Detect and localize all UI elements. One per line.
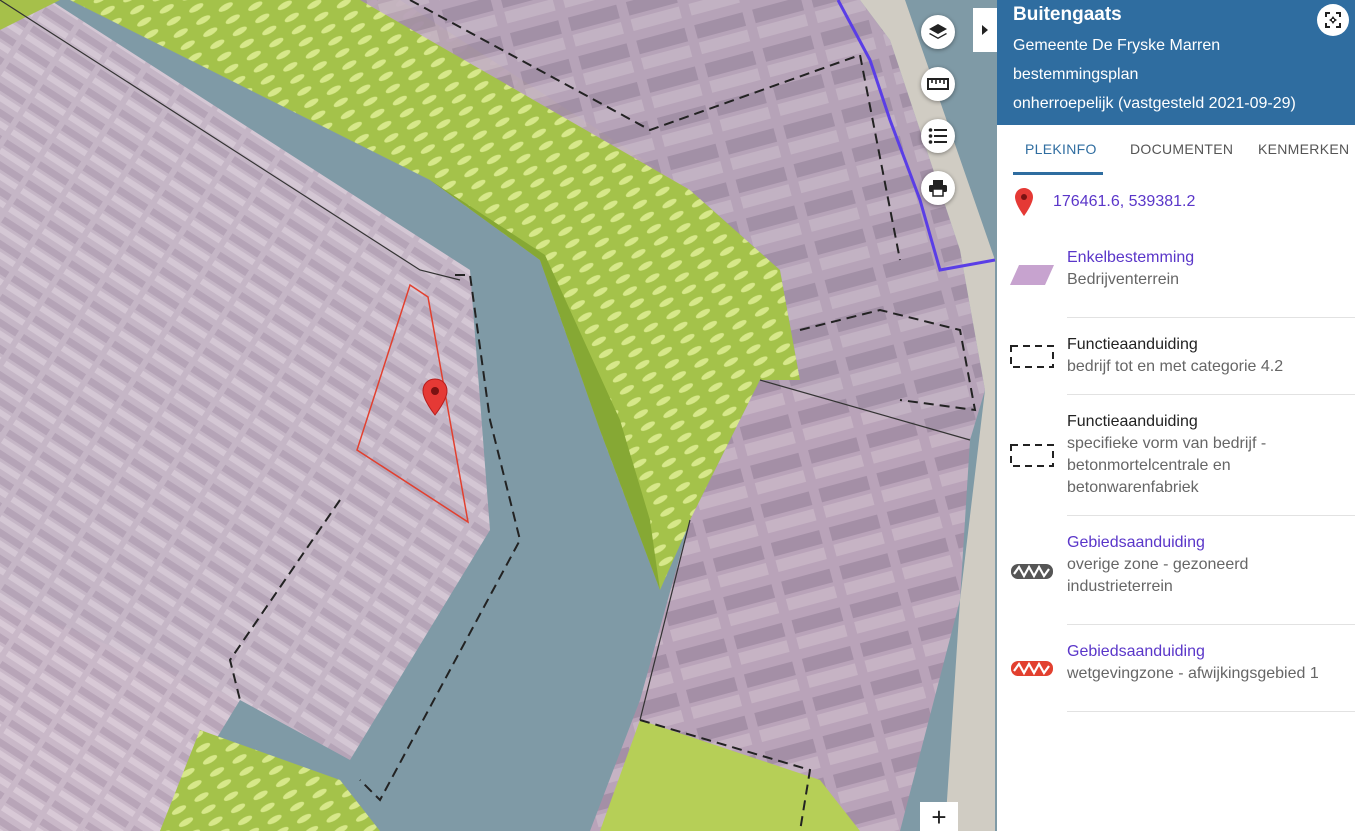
collapse-panel-button[interactable] — [973, 8, 997, 52]
list-icon — [928, 128, 947, 144]
location-pin-icon — [1015, 188, 1033, 216]
item-subtitle: bedrijf tot en met categorie 4.2 — [1067, 358, 1284, 375]
tab-kenmerken[interactable]: KENMERKEN — [1258, 141, 1349, 157]
item-subtitle: wetgevingzone - afwijkingsgebied 1 — [1067, 665, 1319, 682]
list-item: Functieaanduiding specifieke vorm van be… — [1067, 411, 1355, 516]
print-button[interactable] — [921, 171, 955, 205]
dashed-rectangle-icon — [1010, 444, 1054, 467]
print-icon — [929, 180, 947, 197]
red-zigzag-band-icon — [1011, 661, 1053, 676]
item-title[interactable]: Gebiedsaanduiding — [1067, 641, 1355, 663]
item-subtitle: Bedrijventerrein — [1067, 271, 1180, 288]
list-item: Functieaanduiding bedrijf tot en met cat… — [1067, 334, 1355, 395]
panel-tabs: PLEKINFO DOCUMENTEN KENMERKEN — [997, 125, 1355, 175]
active-tab-indicator — [1013, 172, 1103, 175]
item-subtitle: overige zone - gezoneerd industrieterrei… — [1067, 556, 1249, 595]
fullscreen-button[interactable] — [1317, 4, 1349, 36]
purple-parallelogram-icon — [1010, 265, 1054, 285]
expand-icon — [1325, 12, 1341, 28]
plan-type-text: bestemmingsplan — [1013, 66, 1139, 83]
plan-status-text: onherroepelijk (vastgesteld 2021-09-29) — [1013, 95, 1296, 112]
plan-title: Buitengaats — [1013, 4, 1122, 25]
caret-right-icon — [982, 25, 988, 35]
coordinates-link[interactable]: 176461.6, 539381.2 — [1053, 193, 1195, 211]
item-title: Functieaanduiding — [1067, 413, 1198, 430]
location-marker-icon — [422, 378, 448, 416]
list-item: Enkelbestemming Bedrijventerrein — [1067, 247, 1355, 318]
measure-button[interactable] — [921, 67, 955, 101]
tab-plekinfo[interactable]: PLEKINFO — [1025, 141, 1097, 157]
layers-button[interactable] — [921, 15, 955, 49]
item-title[interactable]: Enkelbestemming — [1067, 247, 1355, 269]
info-panel: Buitengaats Gemeente De Fryske Marren be… — [997, 0, 1355, 831]
municipality-text: Gemeente De Fryske Marren — [1013, 37, 1221, 54]
map-canvas[interactable] — [0, 0, 997, 831]
dashed-rectangle-icon — [1010, 345, 1054, 368]
grey-zigzag-band-icon — [1011, 564, 1053, 579]
item-title: Functieaanduiding — [1067, 336, 1198, 353]
list-item: Gebiedsaanduiding overige zone - gezonee… — [1067, 532, 1355, 625]
item-subtitle: specifieke vorm van bedrijf - betonmorte… — [1067, 435, 1267, 496]
item-title[interactable]: Gebiedsaanduiding — [1067, 532, 1355, 554]
list-item: Gebiedsaanduiding wetgevingzone - afwijk… — [1067, 641, 1355, 712]
tab-documenten[interactable]: DOCUMENTEN — [1130, 141, 1233, 157]
ruler-icon — [927, 78, 949, 90]
legend-button[interactable] — [921, 119, 955, 153]
map-view[interactable]: + — [0, 0, 997, 831]
layers-icon — [929, 24, 947, 39]
panel-header: Buitengaats Gemeente De Fryske Marren be… — [997, 0, 1355, 125]
zoom-in-button[interactable]: + — [920, 802, 958, 831]
